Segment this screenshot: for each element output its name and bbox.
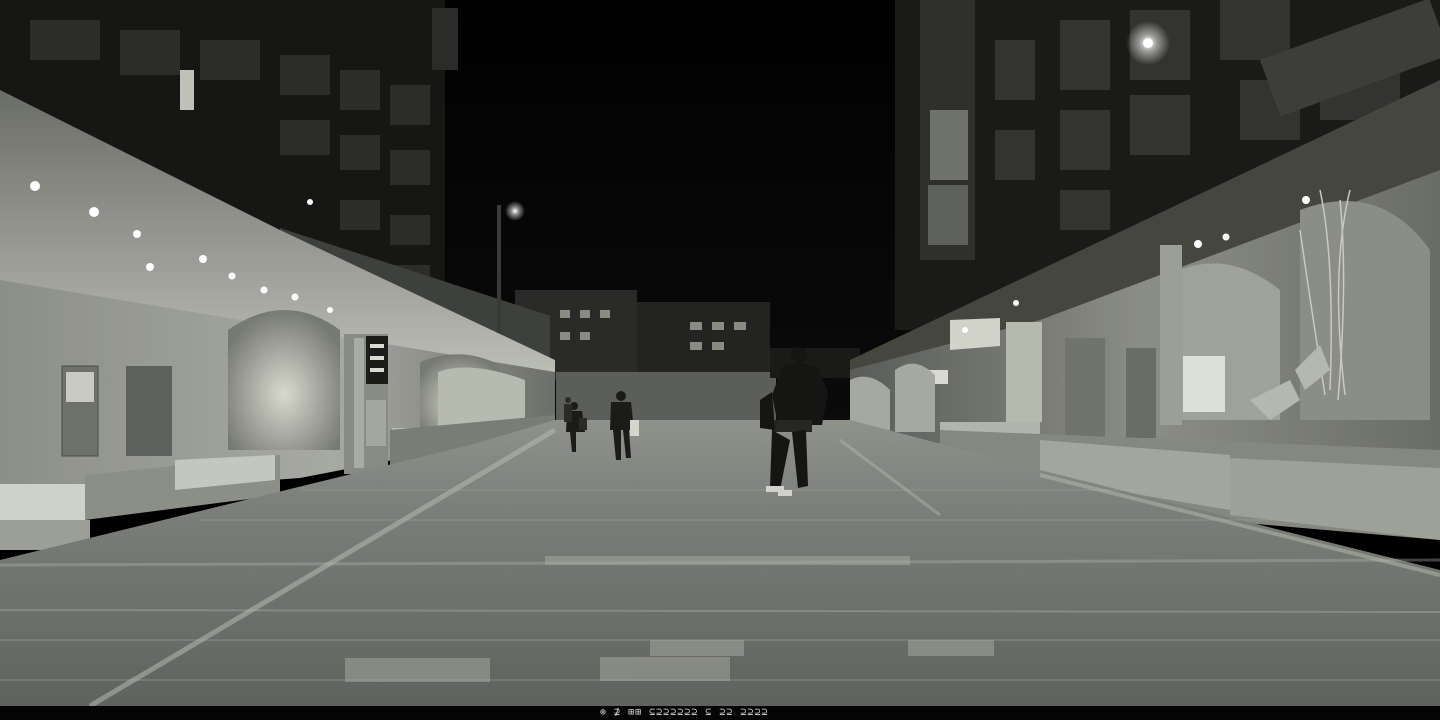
caption-bar: ⊚ ⊉ ⊞⊞ ⊆⊇⊇⊇⊇⊇⊇ ⊆ ⊇⊇ ⊇⊇⊇⊇: [0, 706, 1440, 720]
night-street-photo: [0, 0, 1440, 706]
caption-text: ⊚ ⊉ ⊞⊞ ⊆⊇⊇⊇⊇⊇⊇ ⊆ ⊇⊇ ⊇⊇⊇⊇: [600, 707, 769, 718]
sign-post: [344, 334, 388, 474]
pedestrian-distant: [564, 397, 572, 422]
